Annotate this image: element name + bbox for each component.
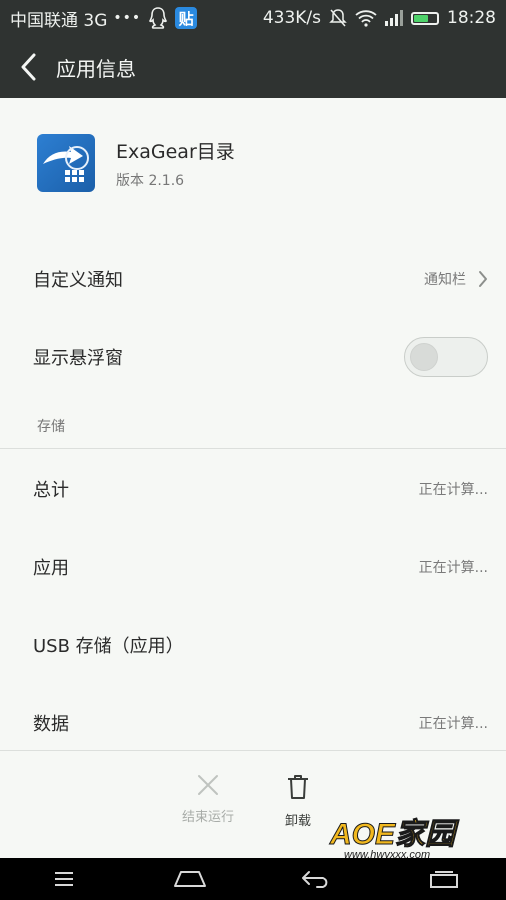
storage-app-row: 应用 正在计算... [0,528,506,606]
app-name: ExaGear目录 [116,140,235,163]
storage-usb-row: USB 存储（应用） [0,606,506,684]
site-watermark: AOE家园 www.hwyxxx.com [326,816,502,864]
signal-icon [385,10,403,26]
trash-icon [288,775,308,799]
storage-row-value: 正在计算... [418,716,488,732]
force-stop-label: 结束运行 [181,810,234,825]
page-title: 应用信息 [56,56,136,81]
custom-notification-row[interactable]: 自定义通知 通知栏 [0,240,506,318]
back-arrow-icon [21,53,36,81]
recents-icon [430,871,458,888]
more-dots: ••• [113,10,142,26]
back-button[interactable] [0,36,56,98]
chevron-right-icon [479,271,487,287]
floating-window-label: 显示悬浮窗 [33,348,123,369]
close-icon [198,775,218,795]
qq-icon [147,6,169,30]
network-speed: 433K/s [262,8,321,28]
home-button[interactable] [150,858,230,900]
status-bar: 中国联通 3G ••• 贴 433K/s 18:28 [0,0,506,36]
force-stop-button[interactable]: 结束运行 [168,774,248,825]
menu-icon [55,872,73,886]
custom-notification-label: 自定义通知 [33,270,123,291]
back-nav-button[interactable] [276,858,356,900]
storage-row-value: 正在计算... [418,560,488,576]
system-nav-bar [0,858,506,900]
tieba-icon: 贴 [175,7,198,29]
floating-window-toggle[interactable] [404,337,488,377]
storage-row-value: 正在计算... [418,482,488,498]
recents-button[interactable] [404,858,484,900]
app-bar: 应用信息 [0,36,506,98]
custom-notification-value: 通知栏 [424,272,466,288]
storage-row-label: 数据 [33,714,69,735]
home-icon [174,871,206,887]
svg-text:AOE家园: AOE家园 [329,817,460,851]
storage-row-label: USB 存储（应用） [33,636,184,657]
toggle-knob [410,343,438,371]
uninstall-label: 卸载 [284,814,311,829]
clock: 18:28 [447,8,496,28]
section-divider [0,448,506,449]
wifi-icon [355,9,377,27]
floating-window-row: 显示悬浮窗 [0,318,506,396]
mute-bell-icon [329,8,347,28]
app-summary: ExaGear目录 版本 2.1.6 [0,98,506,228]
carrier-text: 中国联通 3G [10,10,108,31]
storage-row-label: 总计 [33,480,69,501]
back-nav-icon [302,871,328,888]
storage-section-header: 存储 [37,419,65,435]
exagear-app-icon [37,134,95,192]
app-version: 版本 2.1.6 [116,172,185,189]
storage-row-label: 应用 [33,558,69,579]
menu-button[interactable] [24,858,104,900]
storage-total-row: 总计 正在计算... [0,450,506,528]
action-bar-divider [0,750,506,751]
battery-icon [411,11,439,25]
